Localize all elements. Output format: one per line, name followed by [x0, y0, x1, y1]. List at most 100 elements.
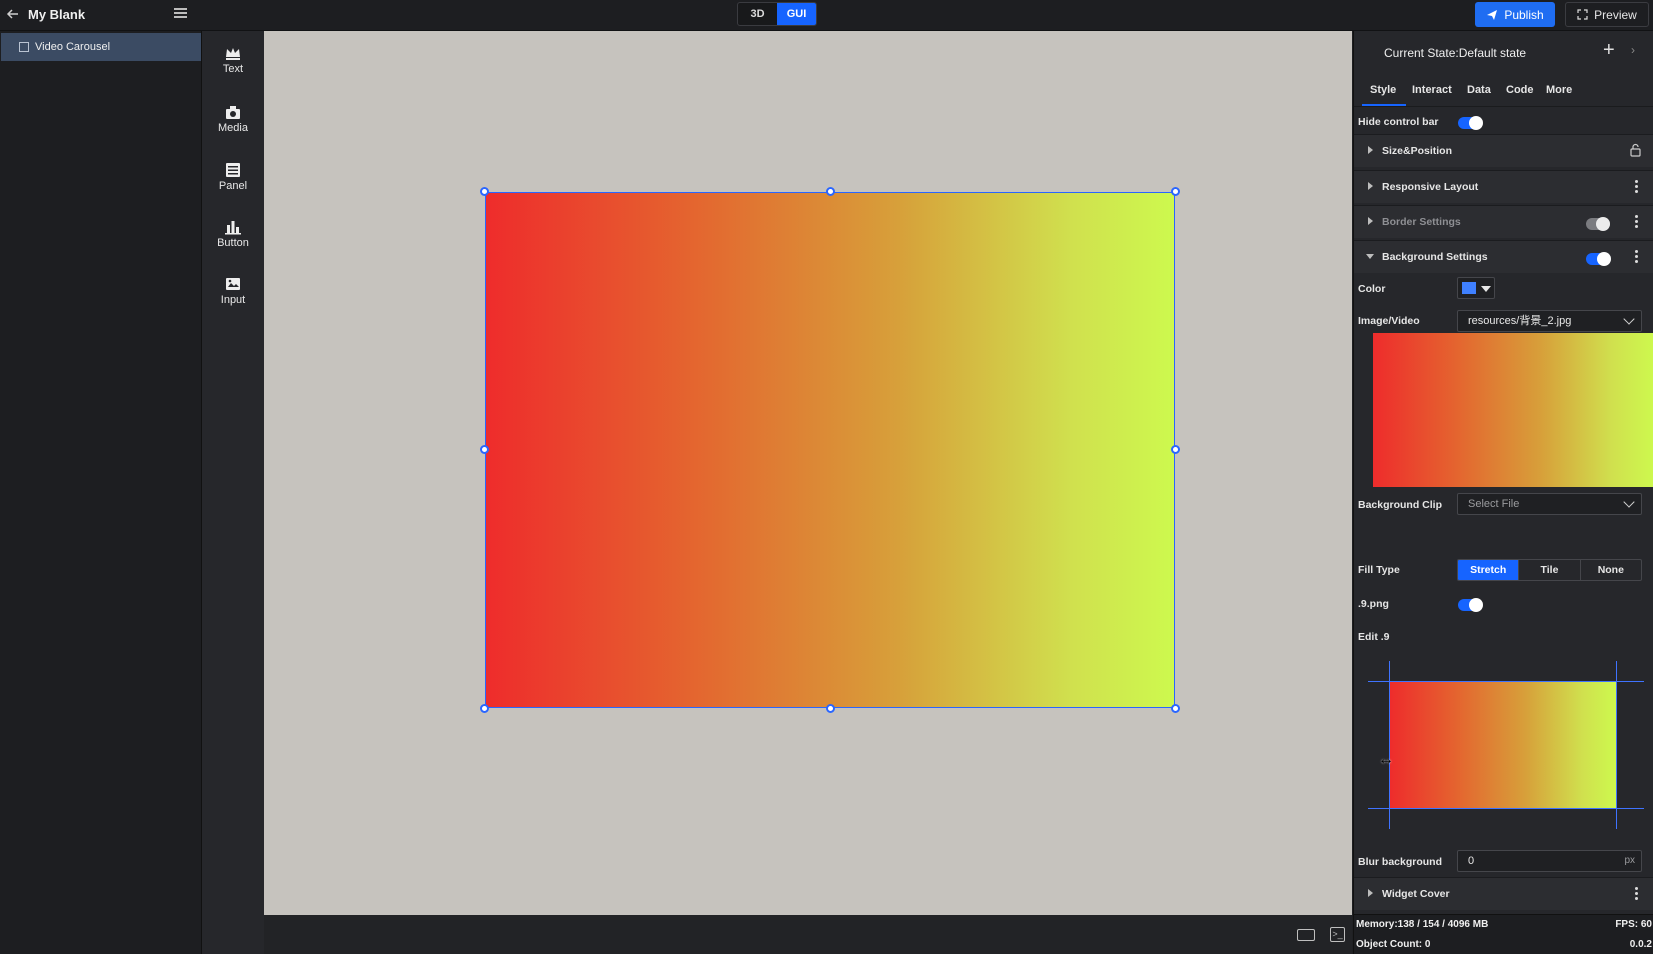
widget-button[interactable]: Button — [202, 219, 264, 263]
preview-label: Preview — [1594, 7, 1637, 22]
background-image-preview — [1373, 333, 1653, 487]
mode-3d-button[interactable]: 3D — [738, 3, 777, 25]
lock-icon[interactable] — [1630, 143, 1641, 157]
tab-style[interactable]: Style — [1370, 84, 1396, 96]
expand-arrow-icon — [1368, 217, 1373, 225]
tab-more[interactable]: More — [1546, 84, 1572, 96]
layer-item-video-carousel[interactable]: Video Carousel — [1, 33, 201, 61]
version-label: 0.0.2 — [1629, 939, 1652, 950]
keyboard-icon[interactable] — [1297, 929, 1315, 941]
nine-guide-left[interactable] — [1389, 661, 1390, 829]
fill-tile-button[interactable]: Tile — [1519, 560, 1581, 580]
widget-label: Media — [218, 122, 248, 134]
more-options-icon[interactable] — [1635, 887, 1639, 903]
chevron-down-icon — [1623, 496, 1635, 508]
border-settings-toggle[interactable] — [1586, 217, 1610, 231]
editor-canvas[interactable] — [264, 31, 1352, 915]
fullscreen-icon — [1577, 9, 1588, 20]
more-options-icon[interactable] — [1635, 250, 1639, 266]
chevron-right-icon[interactable]: › — [1631, 43, 1635, 57]
active-tab-indicator — [1362, 104, 1406, 106]
publish-button[interactable]: Publish — [1475, 2, 1555, 27]
resize-handle-top-left[interactable] — [480, 187, 489, 196]
blur-value: 0 — [1468, 855, 1475, 867]
hide-control-bar-label: Hide control bar — [1358, 116, 1439, 128]
nine-guide-right[interactable] — [1616, 661, 1617, 829]
section-title: Border Settings — [1382, 216, 1461, 228]
nine-guide-top[interactable] — [1368, 681, 1644, 682]
chevron-down-icon — [1623, 313, 1635, 325]
color-swatch — [1462, 282, 1476, 294]
selected-video-carousel-widget[interactable] — [485, 192, 1175, 708]
widget-toolbar: Text Media Panel Button Input — [202, 31, 264, 954]
resize-handle-bottom-right[interactable] — [1171, 704, 1180, 713]
fill-stretch-button[interactable]: Stretch — [1458, 560, 1520, 580]
back-arrow-icon[interactable] — [6, 7, 20, 21]
section-title: Size&Position — [1382, 145, 1453, 157]
collapse-arrow-icon — [1366, 254, 1374, 259]
canvas-bottom-bar — [264, 915, 1352, 954]
nine-guide-bottom[interactable] — [1368, 808, 1644, 809]
background-clip-placeholder: Select File — [1468, 498, 1520, 510]
widget-text[interactable]: Text — [202, 45, 264, 89]
state-row: Current State:Default state + › — [1354, 31, 1653, 75]
image-video-label: Image/Video — [1358, 315, 1420, 327]
add-state-icon[interactable]: + — [1603, 39, 1615, 62]
image-video-value: resources/背景_2.jpg — [1468, 315, 1572, 327]
image-video-select[interactable]: resources/背景_2.jpg — [1457, 310, 1642, 332]
property-tabs: Style Interact Data Code More — [1354, 75, 1653, 107]
hide-control-bar-toggle[interactable] — [1458, 116, 1483, 130]
background-settings-toggle[interactable] — [1586, 252, 1611, 266]
text-crown-icon — [226, 48, 240, 60]
hamburger-menu-icon[interactable] — [173, 6, 189, 22]
more-options-icon[interactable] — [1635, 180, 1639, 196]
object-count-status: Object Count: 0 — [1356, 939, 1431, 950]
expand-arrow-icon — [1368, 146, 1373, 154]
section-background-settings[interactable]: Background Settings — [1354, 240, 1653, 273]
color-label: Color — [1358, 283, 1386, 295]
fill-none-button[interactable]: None — [1581, 560, 1641, 580]
section-widget-cover[interactable]: Widget Cover — [1354, 877, 1653, 910]
color-picker[interactable] — [1457, 277, 1495, 299]
blur-background-input[interactable]: 0 px — [1457, 850, 1642, 872]
publish-label: Publish — [1504, 7, 1544, 22]
section-size-position[interactable]: Size&Position — [1354, 134, 1653, 167]
resize-handle-bottom-left[interactable] — [480, 704, 489, 713]
blur-unit: px — [1624, 855, 1635, 866]
nine-patch-image — [1390, 681, 1616, 808]
tab-interact[interactable]: Interact — [1412, 84, 1452, 96]
status-bar: Memory:138 / 154 / 4096 MB FPS: 60 Objec… — [1354, 914, 1653, 954]
nine-png-label: .9.png — [1358, 598, 1389, 610]
resize-handle-bottom[interactable] — [826, 704, 835, 713]
resize-handle-top[interactable] — [826, 187, 835, 196]
layer-widget-icon — [19, 42, 29, 52]
terminal-icon[interactable]: >_ — [1330, 927, 1345, 942]
preview-button[interactable]: Preview — [1565, 2, 1649, 27]
mode-gui-button[interactable]: GUI — [777, 3, 816, 25]
section-title: Widget Cover — [1382, 888, 1450, 900]
section-title: Background Settings — [1382, 251, 1488, 263]
fill-type-label: Fill Type — [1358, 564, 1400, 576]
widget-input[interactable]: Input — [202, 276, 264, 320]
section-border-settings[interactable]: Border Settings — [1354, 205, 1653, 238]
resize-handle-left[interactable] — [480, 445, 489, 454]
more-options-icon[interactable] — [1635, 215, 1639, 231]
background-clip-select[interactable]: Select File — [1457, 493, 1642, 515]
resize-handle-right[interactable] — [1171, 445, 1180, 454]
widget-panel[interactable]: Panel — [202, 162, 264, 206]
section-responsive-layout[interactable]: Responsive Layout — [1354, 170, 1653, 203]
tab-code[interactable]: Code — [1506, 84, 1534, 96]
widget-label: Text — [222, 63, 244, 75]
horizontal-resize-cursor-icon: ↔ — [1378, 751, 1394, 768]
tab-data[interactable]: Data — [1467, 84, 1491, 96]
nine-png-toggle[interactable] — [1458, 598, 1483, 612]
fps-status: FPS: 60 — [1615, 919, 1652, 930]
resize-handle-top-right[interactable] — [1171, 187, 1180, 196]
nine-patch-editor[interactable]: ↔ — [1368, 661, 1644, 829]
layer-panel: Video Carousel — [0, 31, 202, 954]
send-icon — [1487, 9, 1498, 20]
expand-arrow-icon — [1368, 182, 1373, 190]
current-state-label[interactable]: Current State:Default state — [1384, 46, 1526, 60]
section-title: Responsive Layout — [1382, 181, 1479, 193]
widget-media[interactable]: Media — [202, 104, 264, 148]
